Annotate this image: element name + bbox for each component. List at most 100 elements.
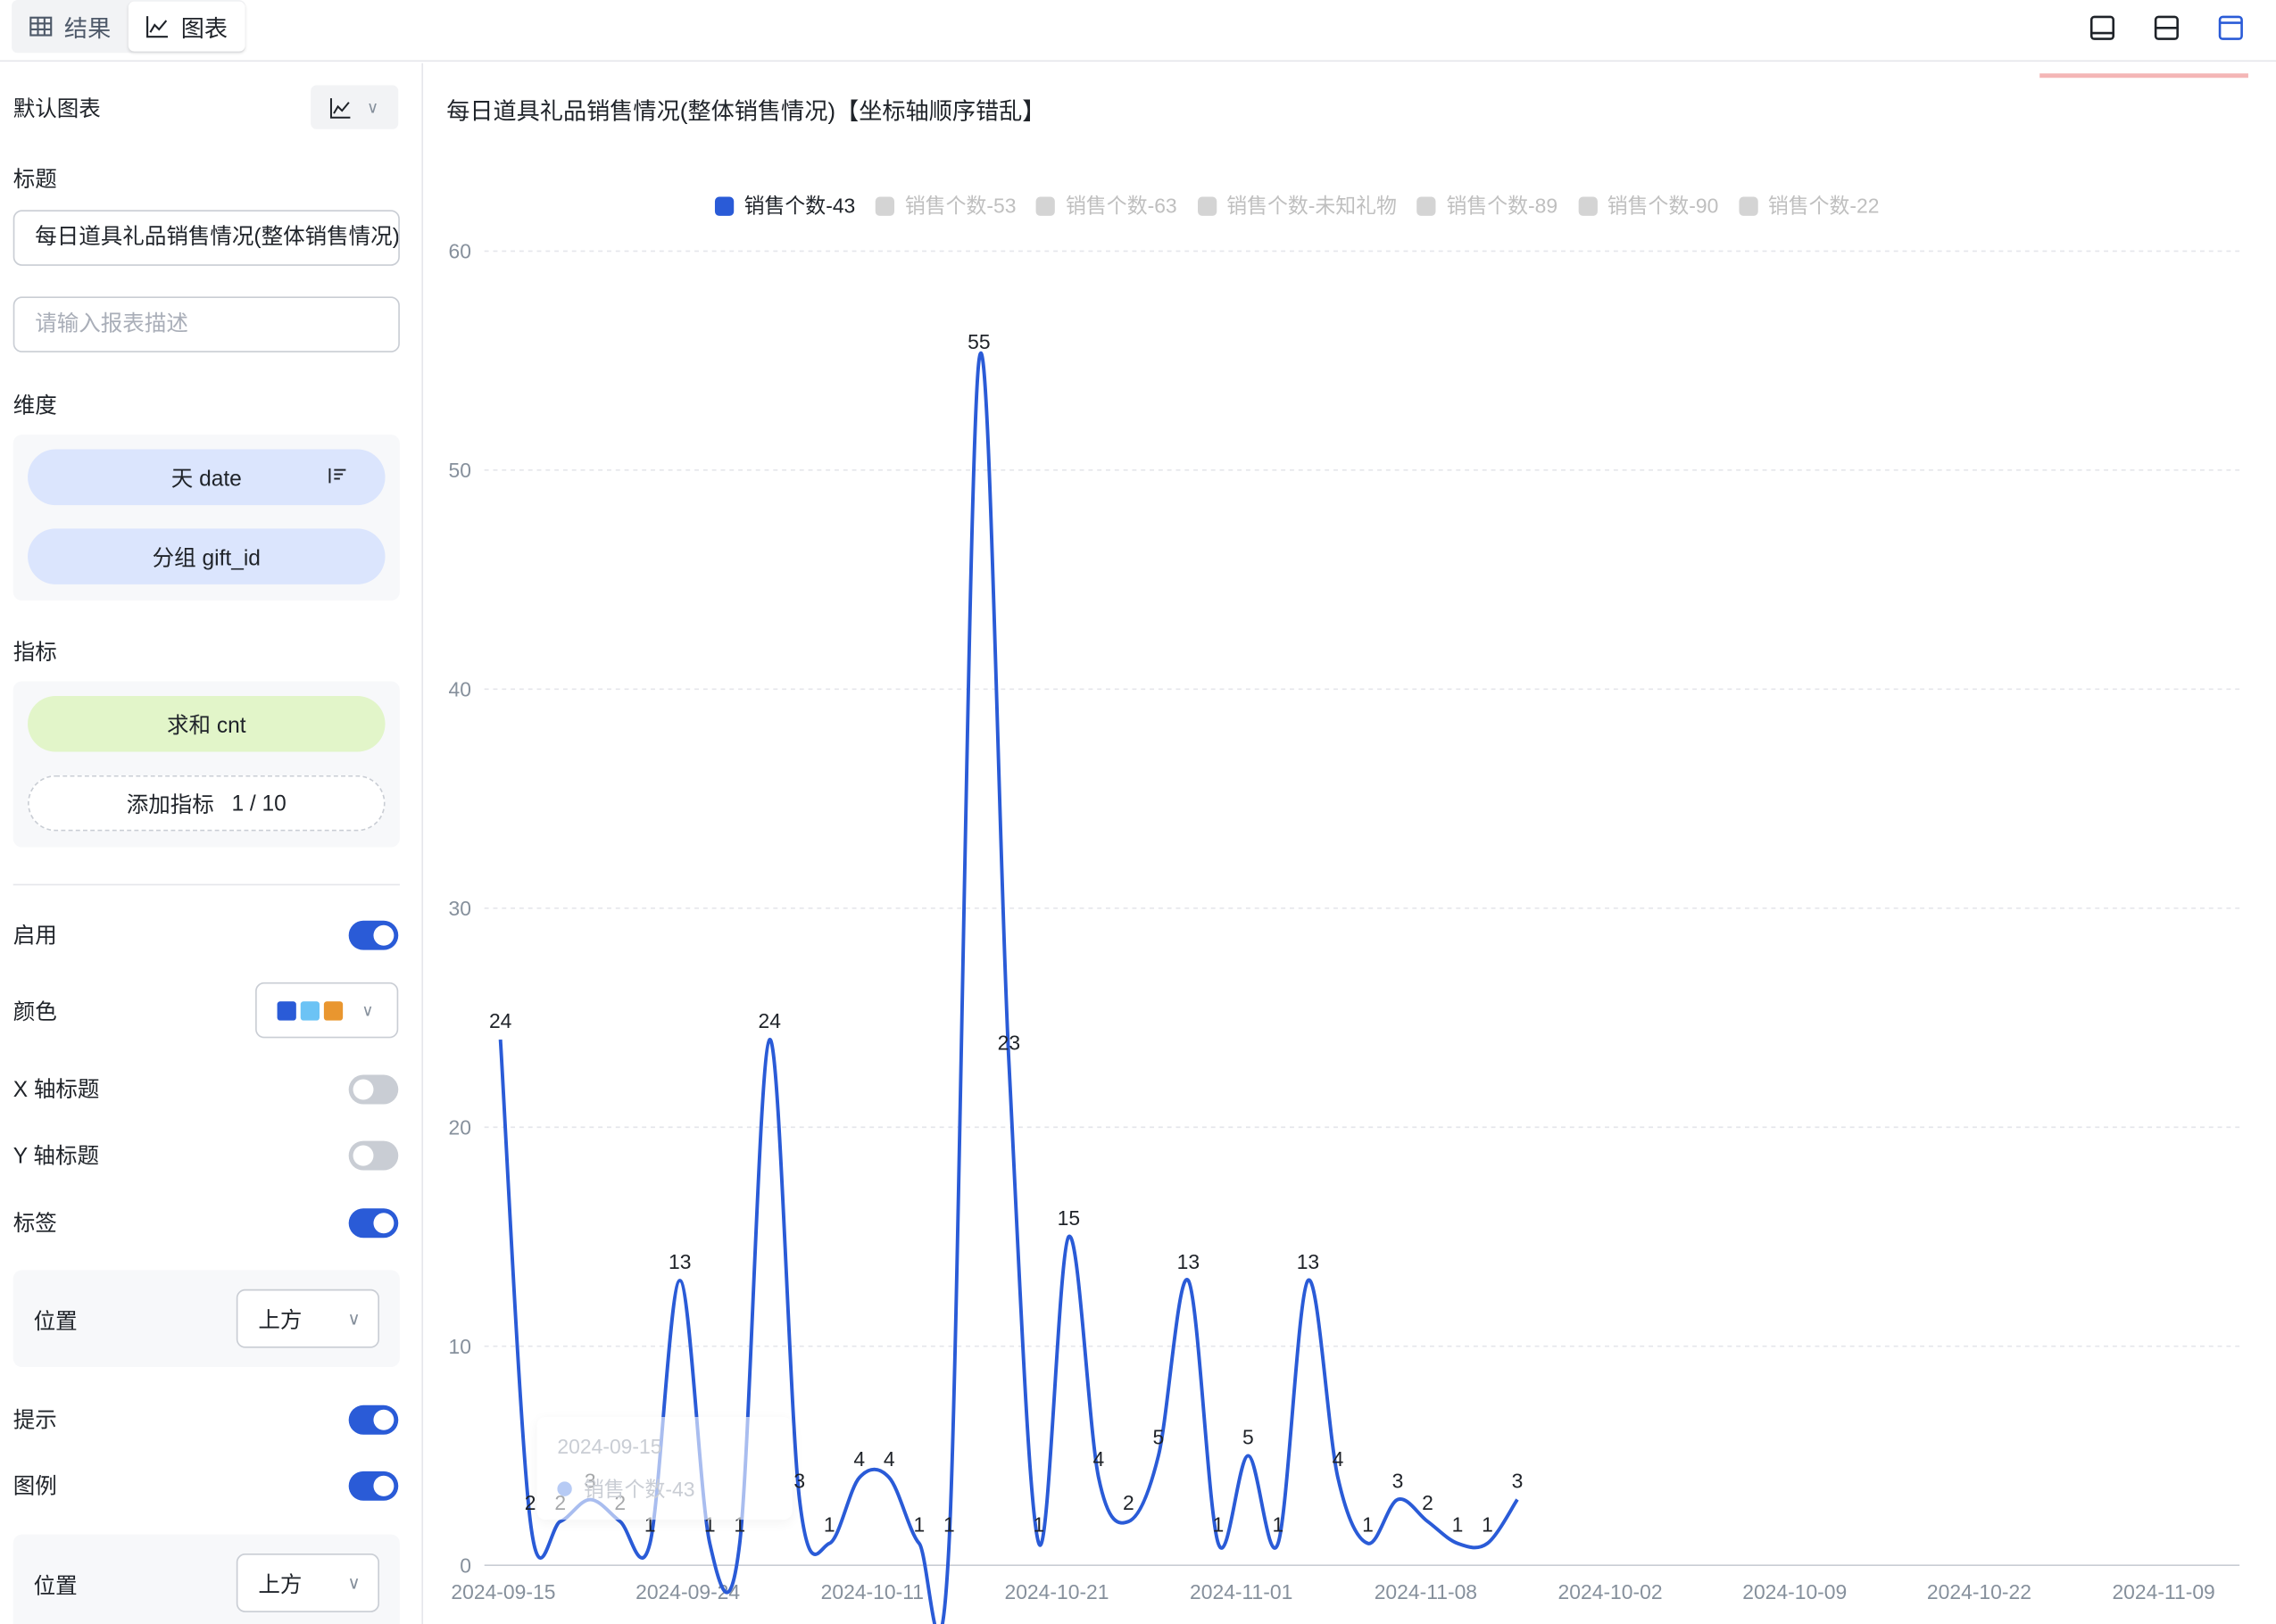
data-label: 5 [1242, 1425, 1254, 1448]
data-label: 1 [1452, 1512, 1464, 1536]
default-chart-row: 默认图表 ∨ [13, 85, 399, 129]
data-label: 1 [1273, 1512, 1284, 1536]
table-icon [29, 16, 53, 37]
data-label: 3 [1512, 1469, 1524, 1492]
legend-item[interactable]: 销售个数-63 [1036, 191, 1177, 220]
tag-position-label: 位置 [33, 1309, 78, 1335]
legend-label: 销售个数-90 [1607, 194, 1719, 218]
dimension-pill-label: 天 date [170, 466, 242, 492]
palette-swatch [323, 1000, 344, 1020]
legend-label: 图例 [12, 1474, 57, 1500]
tab-results[interactable]: 结果 [12, 2, 129, 52]
legend-item[interactable]: 销售个数-未知礼物 [1197, 191, 1397, 220]
y-tick-label: 40 [449, 677, 471, 700]
metric-label: 指标 [12, 640, 57, 666]
legend-label: 销售个数-53 [904, 194, 1017, 218]
dimension-pill-gift[interactable]: 分组 gift_id [28, 528, 386, 584]
legend-item[interactable]: 销售个数-22 [1739, 191, 1880, 220]
legend-toggle[interactable] [348, 1471, 399, 1500]
chart-legend: 销售个数-43 销售个数-53 销售个数-63 销售个数-未知礼物 销售个数-8… [714, 191, 1880, 220]
chart-type-select[interactable]: ∨ [311, 85, 399, 129]
color-label: 颜色 [12, 998, 57, 1024]
layout-split-icon[interactable] [2150, 12, 2182, 44]
legend-swatch [876, 195, 895, 216]
chart-title: 每日道具礼品销售情况(整体销售情况)【坐标轴顺序错乱】 [446, 99, 1046, 125]
legend-swatch [1416, 195, 1437, 216]
data-label: 4 [1093, 1447, 1105, 1471]
tooltip-series: 销售个数-43 [583, 1477, 695, 1501]
x-tick-label: 2024-10-02 [1558, 1580, 1663, 1603]
legend-item[interactable]: 销售个数-90 [1578, 191, 1718, 220]
data-label: 3 [1392, 1469, 1404, 1492]
y-tick-label: 20 [449, 1115, 471, 1139]
data-label: 1 [1213, 1512, 1225, 1536]
tab-results-label: 结果 [63, 17, 112, 43]
x-tick-label: 2024-11-09 [2112, 1580, 2214, 1603]
color-palette-select[interactable]: ∨ [255, 982, 399, 1039]
enable-toggle[interactable] [348, 919, 399, 949]
data-label: 1 [1033, 1512, 1044, 1536]
panel-divider [12, 883, 400, 886]
line-chart-icon [146, 16, 169, 38]
legend-item[interactable]: 销售个数-89 [1416, 191, 1558, 220]
chart-tooltip: 2024-09-15 销售个数-43 [536, 1416, 793, 1520]
sort-ascending-icon[interactable] [327, 466, 347, 486]
y-tick-label: 50 [449, 459, 471, 482]
title-input[interactable]: 每日道具礼品销售情况(整体销售情况)【坐标轴顺序错乱】 [12, 210, 400, 266]
data-label: 2 [1123, 1491, 1134, 1514]
legend-position-label: 位置 [33, 1574, 78, 1600]
x-title-row: X 轴标题 [13, 1073, 399, 1105]
legend-item[interactable]: 销售个数-53 [876, 191, 1016, 220]
data-label: 4 [884, 1447, 895, 1471]
x-title-toggle[interactable] [348, 1073, 399, 1104]
legend-label: 销售个数-22 [1767, 194, 1880, 218]
legend-position-select[interactable]: 上方 ∨ [236, 1554, 379, 1612]
tag-position-select[interactable]: 上方 ∨ [236, 1288, 379, 1348]
layout-bottom-icon[interactable] [2087, 12, 2119, 44]
dimension-pill-date[interactable]: 天 date [28, 449, 386, 506]
legend-position-value: 上方 [258, 1571, 303, 1597]
metric-pill-cnt[interactable]: 求和 cnt [28, 696, 386, 752]
data-label: 24 [489, 1009, 512, 1032]
tooltip-label: 提示 [12, 1408, 57, 1434]
data-label: 23 [998, 1031, 1020, 1054]
enable-label: 启用 [12, 924, 57, 949]
layout-top-icon[interactable] [2214, 12, 2247, 44]
tab-chart[interactable]: 图表 [128, 1, 245, 52]
y-title-label: Y 轴标题 [12, 1143, 100, 1169]
legend-label: 销售个数-63 [1066, 194, 1177, 218]
description-input[interactable]: 请输入报表描述 [12, 296, 400, 352]
title-label: 标题 [12, 167, 57, 193]
tooltip-row: 提示 [13, 1404, 399, 1435]
chevron-down-icon: ∨ [347, 1308, 361, 1330]
tag-toggle[interactable] [348, 1207, 399, 1238]
x-tick-label: 2024-10-09 [1742, 1580, 1847, 1603]
tag-position-well: 位置 上方 ∨ [12, 1270, 400, 1368]
x-tick-label: 2024-10-21 [1004, 1580, 1109, 1603]
data-label: 5 [1153, 1425, 1165, 1448]
legend-row: 图例 [13, 1470, 399, 1501]
x-tick-label: 2024-09-24 [635, 1580, 740, 1603]
y-title-row: Y 轴标题 [13, 1139, 399, 1171]
legend-swatch [1197, 195, 1217, 216]
palette-swatch [277, 1000, 296, 1020]
data-label: 1 [943, 1512, 955, 1536]
data-label: 3 [793, 1469, 805, 1492]
tooltip-toggle[interactable] [348, 1404, 399, 1434]
data-label: 1 [1482, 1512, 1493, 1536]
legend-swatch [714, 195, 735, 216]
x-tick-label: 2024-10-22 [1927, 1580, 2031, 1603]
resize-handle[interactable] [2039, 73, 2248, 79]
chart-config-panel: 默认图表 ∨ 标题 每日道具礼品销售情况(整体销售情况)【坐标轴顺序错乱】 请输… [0, 62, 424, 1624]
legend-item[interactable]: 销售个数-43 [714, 191, 855, 220]
y-title-toggle[interactable] [348, 1139, 399, 1170]
legend-label: 销售个数-89 [1446, 194, 1558, 218]
add-metric-button[interactable]: 添加指标 1 / 10 [28, 775, 386, 832]
metric-well: 求和 cnt 添加指标 1 / 10 [12, 681, 400, 848]
data-label: 55 [968, 330, 990, 353]
data-label: 4 [1333, 1447, 1344, 1471]
data-label: 4 [853, 1447, 865, 1471]
data-label: 1 [913, 1512, 925, 1536]
chevron-down-icon: ∨ [361, 1002, 374, 1020]
legend-position-well: 位置 上方 ∨ [12, 1534, 400, 1624]
